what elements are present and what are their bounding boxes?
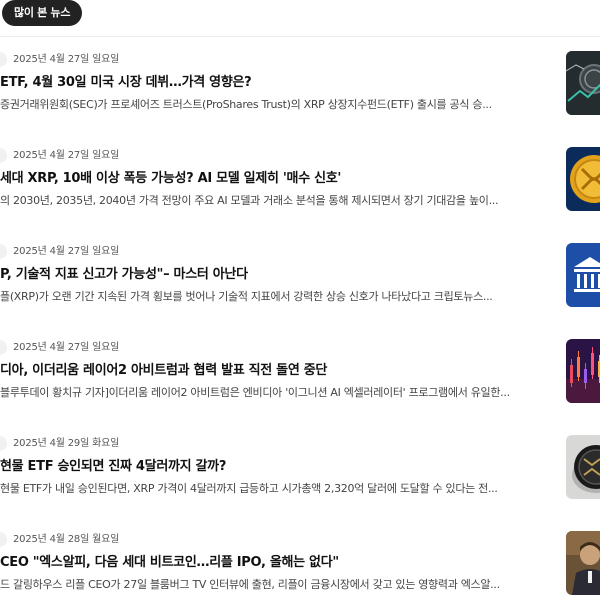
source-logo [0,52,7,67]
news-date: 2025년 4월 27일 일요일 [13,342,120,353]
news-headline[interactable]: ETF, 4월 30일 미국 시장 데뷔…가격 영향은? [0,74,548,92]
news-headline[interactable]: CEO "엑스알피, 다음 세대 비트코인…리플 IPO, 올해는 없다" [0,554,548,572]
source-logo [0,340,7,355]
news-summary: 현물 ETF가 내일 승인된다면, XRP 가격이 4달러까지 급등하고 시가총… [0,482,498,495]
person-photo-image [566,531,600,595]
news-thumbnail[interactable] [566,51,600,115]
news-date: 2025년 4월 27일 일요일 [13,246,120,257]
crypto-coins-dark-image [566,51,600,115]
news-summary: 드 갈링하우스 리플 CEO가 27일 블룸버그 TV 인터뷰에 출현, 리플이… [0,578,500,591]
news-headline[interactable]: 현물 ETF 승인되면 진짜 4달러까지 갈까? [0,458,548,476]
news-date: 2025년 4월 29일 화요일 [13,438,120,449]
news-item[interactable]: 2025년 4월 27일 일요일 디아, 이더리움 레이어2 아비트럼과 협력 … [0,324,600,420]
news-thumbnail[interactable] [566,339,600,403]
bank-icon-image [566,243,600,307]
gold-coin-blue-image [566,147,600,211]
news-item[interactable]: 2025년 4월 29일 화요일 현물 ETF 승인되면 진짜 4달러까지 갈까… [0,420,600,516]
news-item[interactable]: 2025년 4월 28일 월요일 CEO "엑스알피, 다음 세대 비트코인…리… [0,516,600,600]
news-item[interactable]: 2025년 4월 27일 일요일 세대 XRP, 10배 이상 폭등 가능성? … [0,132,600,228]
news-headline[interactable]: P, 기술적 지표 신고가 가능성"– 마스터 아난다 [0,266,548,284]
news-thumbnail[interactable] [566,435,600,499]
news-summary: 플(XRP)가 오랜 기간 지속된 가격 횡보를 벗어나 기술적 지표에서 강력… [0,290,493,303]
news-item[interactable]: 2025년 4월 27일 일요일 ETF, 4월 30일 미국 시장 데뷔…가격… [0,36,600,132]
news-date: 2025년 4월 27일 일요일 [13,54,120,65]
news-thumbnail[interactable] [566,147,600,211]
news-summary: 의 2030년, 2035년, 2040년 가격 전망이 주요 AI 모델과 거… [0,194,499,207]
source-logo [0,436,7,451]
news-thumbnail[interactable] [566,243,600,307]
black-coin-image [566,435,600,499]
source-logo [0,148,7,163]
news-summary: 블루투데이 황치규 기자]이더리움 레이어2 아비트럼은 엔비디아 '이그니션 … [0,386,510,399]
tab-bar: 많이 본 뉴스 [0,0,600,37]
news-item[interactable]: 2025년 4월 27일 일요일 P, 기술적 지표 신고가 가능성"– 마스터… [0,228,600,324]
tab-most-read[interactable]: 많이 본 뉴스 [2,0,83,26]
candle-chart-image [566,339,600,403]
news-date: 2025년 4월 27일 일요일 [13,150,120,161]
news-headline[interactable]: 세대 XRP, 10배 이상 폭등 가능성? AI 모델 일제히 '매수 신호' [0,170,548,188]
news-summary: 증권거래위원회(SEC)가 프로셰어즈 트러스트(ProShares Trust… [0,98,492,111]
source-logo [0,244,7,259]
news-thumbnail[interactable] [566,531,600,595]
source-logo [0,532,7,547]
news-headline[interactable]: 디아, 이더리움 레이어2 아비트럼과 협력 발표 직전 돌연 중단 [0,362,548,380]
news-date: 2025년 4월 28일 월요일 [13,534,120,545]
news-page: 많이 본 뉴스 2025년 4월 27일 일요일 ETF, 4월 30일 미국 … [0,0,600,600]
